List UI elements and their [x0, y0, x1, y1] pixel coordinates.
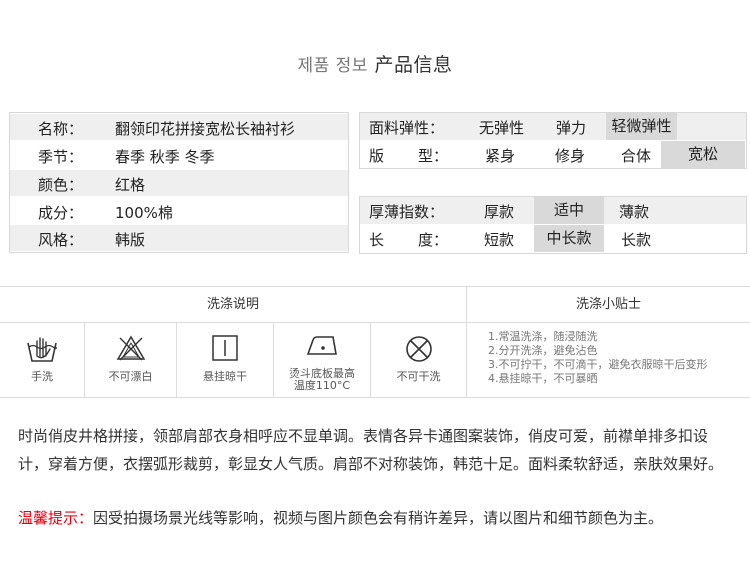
fit-option: 合体	[621, 147, 652, 165]
wash-item-hang-dry: 悬挂晾干	[177, 323, 273, 397]
attr-value: 春季 秋季 冬季	[115, 148, 215, 166]
hang-dry-icon	[212, 335, 238, 361]
attr-key: 成分：	[38, 204, 84, 222]
fit-label-a: 版	[369, 147, 385, 165]
length-row: 长 度： 短款 中长款 长款	[360, 225, 746, 252]
thickness-option-selected: 适中	[534, 197, 604, 224]
wash-label: 悬挂晾干	[203, 370, 247, 383]
attr-key: 颜色：	[38, 176, 84, 194]
tip-line: 3.不可拧干，不可滴干，避免衣服晾干后变形	[488, 358, 708, 371]
wash-section: 洗涤说明 洗涤小贴士 手洗 不可漂白 悬挂晾干 烫斗底板最高 温度110°C 不…	[0, 286, 750, 398]
thickness-option: 厚款	[484, 203, 515, 221]
attr-key: 名称：	[38, 120, 84, 138]
page-title: 제품 정보 产品信息	[0, 50, 750, 77]
wash-label: 不可漂白	[108, 370, 153, 383]
wash-label: 手洗	[31, 370, 53, 383]
elasticity-row: 面料弹性： 无弹性 弹力 轻微弹性	[360, 113, 746, 140]
elasticity-fit-table: 面料弹性： 无弹性 弹力 轻微弹性 版 型： 紧身 修身 合体 宽松	[359, 112, 747, 169]
fit-row: 版 型： 紧身 修身 合体 宽松	[360, 141, 746, 168]
attr-row-season: 季节： 春季 秋季 冬季	[10, 142, 348, 168]
notice-label: 温馨提示：	[18, 509, 94, 527]
wash-item-iron: 烫斗底板最高 温度110°C	[274, 323, 370, 397]
attr-key: 季节：	[38, 148, 84, 166]
fit-label-b: 型：	[418, 147, 449, 165]
no-bleach-icon	[116, 335, 145, 361]
wash-item-no-dry-clean: 不可干洗	[371, 323, 466, 397]
attr-row-material: 成分： 100%棉	[10, 198, 348, 224]
wash-item-hand-wash: 手洗	[0, 323, 84, 397]
no-dry-clean-icon	[405, 336, 432, 362]
attr-value: 韩版	[115, 231, 146, 249]
tip-line: 1.常温洗涤，随浸随洗	[488, 330, 598, 343]
wash-item-no-bleach: 不可漂白	[85, 323, 176, 397]
wash-label: 不可干洗	[396, 370, 441, 383]
attribute-table: 名称： 翻领印花拼接宽松长袖衬衫 季节： 春季 秋季 冬季 颜色： 红格 成分：…	[9, 112, 349, 253]
wash-label: 烫斗底板最高 温度110°C	[274, 368, 370, 392]
notice: 温馨提示：因受拍摄场景光线等影响，视频与图片颜色会有稍许差异，请以图片和细节颜色…	[18, 507, 663, 528]
attr-value: 100%棉	[115, 204, 173, 222]
length-option: 短款	[484, 231, 515, 249]
tip-line: 4.悬挂晾干，不可暴晒	[488, 372, 598, 385]
product-description: 时尚俏皮井格拼接，领部肩部衣身相呼应不显单调。表情各异卡通图案装饰，俏皮可爱，前…	[18, 427, 724, 473]
length-option-selected: 中长款	[534, 225, 604, 252]
notice-text: 因受拍摄场景光线等影响，视频与图片颜色会有稍许差异，请以图片和细节颜色为主。	[93, 509, 664, 527]
wash-heading: 洗涤说明	[0, 287, 466, 323]
length-label-a: 长	[369, 231, 385, 249]
hand-wash-icon	[27, 337, 57, 362]
elasticity-option: 弹力	[556, 119, 587, 137]
elasticity-option-selected: 轻微弹性	[606, 113, 677, 140]
attr-row-style: 风格： 韩版	[10, 225, 348, 251]
attr-key: 风格：	[38, 231, 84, 249]
title-chinese: 产品信息	[374, 54, 453, 76]
divider	[466, 287, 467, 397]
thickness-option: 薄款	[619, 203, 650, 221]
length-label-b: 度：	[418, 231, 449, 249]
iron-icon	[306, 336, 337, 355]
fit-option-selected: 宽松	[661, 141, 745, 168]
attr-row-name: 名称： 翻领印花拼接宽松长袖衬衫	[10, 114, 348, 140]
fit-option: 紧身	[485, 147, 516, 165]
wash-label-line: 温度110°C	[293, 379, 351, 392]
thickness-length-table: 厚薄指数： 厚款 适中 薄款 长 度： 短款 中长款 长款	[359, 196, 747, 254]
tips-heading: 洗涤小贴士	[467, 287, 750, 323]
thickness-label: 厚薄指数：	[369, 203, 445, 221]
attr-row-color: 颜色： 红格	[10, 170, 348, 196]
attr-value: 翻领印花拼接宽松长袖衬衫	[115, 120, 296, 138]
elasticity-option: 无弹性	[479, 119, 525, 137]
tips-list: 1.常温洗涤，随浸随洗 2.分开洗涤，避免沾色 3.不可拧干，不可滴干，避免衣服…	[488, 330, 708, 386]
title-korean: 제품 정보	[297, 56, 368, 76]
fit-option: 修身	[555, 147, 586, 165]
elasticity-label: 面料弹性：	[369, 119, 445, 137]
tip-line: 2.分开洗涤，避免沾色	[488, 344, 598, 357]
length-option: 长款	[621, 231, 652, 249]
attr-value: 红格	[115, 176, 146, 194]
thickness-row: 厚薄指数： 厚款 适中 薄款	[360, 197, 746, 224]
